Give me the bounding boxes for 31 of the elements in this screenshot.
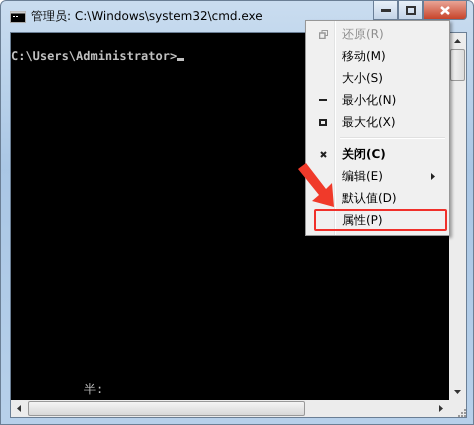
menu-item[interactable]: 最大化(X)	[308, 111, 447, 133]
menu-item[interactable]: 关闭(C)	[308, 143, 447, 165]
maximize-icon	[319, 118, 327, 126]
scroll-thumb[interactable]	[28, 401, 305, 416]
window-title: 管理员: C:\Windows\system32\cmd.exe	[31, 8, 263, 25]
maximize-icon	[406, 6, 416, 14]
menu-item[interactable]: 默认值(D)	[308, 187, 447, 209]
scroll-thumb[interactable]	[450, 49, 465, 81]
restore-icon	[318, 30, 328, 38]
ime-status: 半:	[84, 381, 104, 398]
vertical-scrollbar[interactable]	[449, 33, 466, 400]
menu-item[interactable]: 移动(M)	[308, 45, 447, 67]
menu-item[interactable]: 大小(S)	[308, 67, 447, 89]
scroll-down-icon	[454, 390, 461, 394]
scroll-right-icon	[439, 405, 443, 412]
menu-item[interactable]: 属性(P)	[314, 209, 447, 231]
scroll-up-icon	[454, 39, 461, 43]
minimize-button[interactable]	[373, 0, 398, 20]
minimize-icon	[380, 8, 390, 12]
horizontal-scrollbar[interactable]	[11, 400, 449, 417]
scroll-left-icon	[17, 405, 21, 412]
submenu-arrow-icon	[431, 172, 435, 180]
maximize-button[interactable]	[398, 0, 423, 20]
command-prompt: C:\Users\Administrator>	[11, 49, 178, 63]
resize-grip-icon	[457, 408, 466, 417]
console-icon	[10, 10, 26, 22]
close-icon	[440, 6, 450, 14]
minimize-icon	[319, 98, 327, 102]
menu-item[interactable]: 最小化(N)	[308, 89, 447, 111]
close-button[interactable]	[423, 0, 467, 20]
close-icon	[320, 150, 326, 158]
